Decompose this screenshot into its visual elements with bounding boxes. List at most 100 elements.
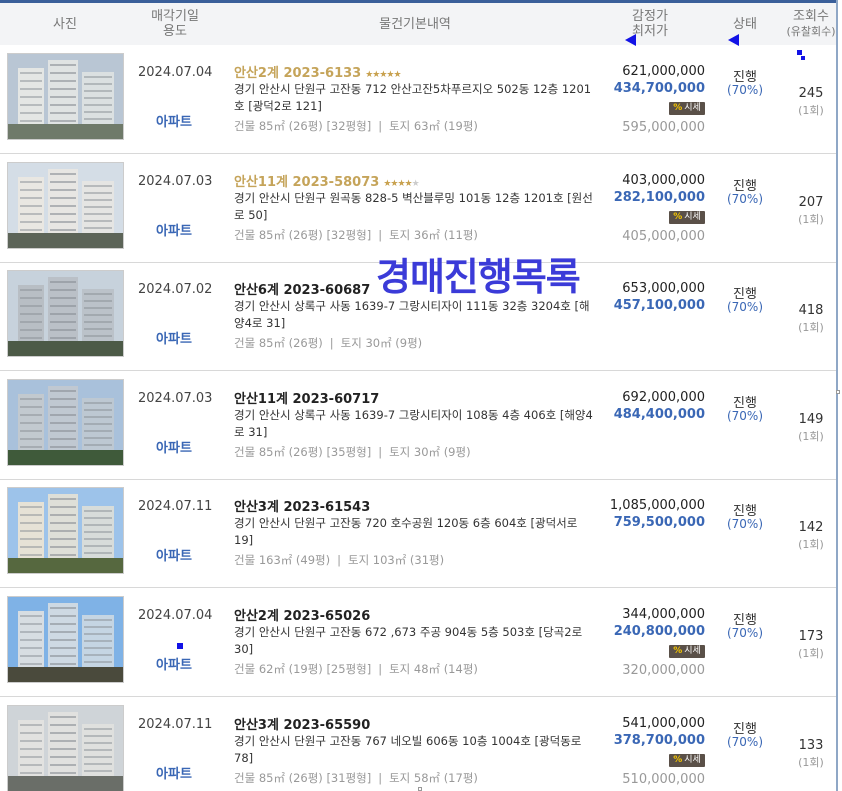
property-photo[interactable]	[7, 487, 124, 575]
area-info: 건물 85㎡ (26평) | 토지 30㎡ (9평)	[234, 335, 422, 351]
min-price-ratio: (70%)	[726, 83, 764, 97]
view-count: 418	[798, 303, 824, 319]
overlay-title: 경매진행목록	[376, 255, 581, 299]
case-number-text[interactable]: 안산11계 2023-60717	[234, 392, 379, 407]
case-number[interactable]: 안산3계 2023-61543	[234, 496, 370, 515]
area-info: 건물 85㎡ (26평) [32평형] | 토지 63㎡ (19평)	[234, 118, 478, 134]
minimum-price: 240,800,000	[613, 624, 705, 639]
table-row[interactable]: 2024.07.04 아파트 안산2계 2023-65026 경기 안산시 단원…	[0, 588, 836, 697]
land-area: 토지 48㎡ (14평)	[389, 662, 478, 676]
table-row[interactable]: 2024.07.11 아파트 안산3계 2023-65590 경기 안산시 단원…	[0, 697, 836, 791]
case-number-text[interactable]: 안산6계 2023-60687	[234, 283, 370, 298]
table-row[interactable]: 2024.07.11 아파트 안산3계 2023-61543 경기 안산시 단원…	[0, 479, 836, 589]
property-photo[interactable]	[7, 270, 124, 358]
case-number[interactable]: 안산6계 2023-60687	[234, 279, 370, 298]
view-count: 245	[798, 86, 824, 101]
case-number[interactable]: 안산3계 2023-65590	[234, 714, 370, 733]
sale-date: 2024.07.11	[138, 499, 213, 515]
view-count: 133	[798, 737, 824, 753]
land-area: 토지 103㎡ (31평)	[347, 553, 445, 568]
fail-count: (1회)	[798, 321, 824, 335]
divider: |	[378, 770, 383, 785]
address: 경기 안산시 단원구 고잔동 672 ,673 주공 904동 5층 503호 …	[234, 625, 583, 656]
usage-type: 아파트	[156, 658, 192, 673]
appraisal-price: 541,000,000	[622, 715, 705, 731]
fail-count: (1회)	[798, 212, 824, 226]
address: 경기 안산시 단원구 원곡동 828-5 벽산블루밍 101동 12층 1201…	[234, 190, 593, 222]
min-price-ratio: (70%)	[726, 300, 764, 315]
header-date-usage[interactable]: 매각기일 용도	[130, 3, 220, 45]
usage-type: 아파트	[156, 332, 192, 348]
building-area: 건물 62㎡ (19평) [25평형]	[234, 662, 372, 676]
address: 경기 안산시 단원구 고잔동 720 호수공원 120동 6층 604호 [광덕…	[234, 516, 578, 548]
market-badge-icon: %	[673, 103, 683, 113]
fail-count: (1회)	[798, 538, 824, 552]
case-number[interactable]: 안산11계 2023-60717	[234, 388, 379, 407]
usage-type: 아파트	[156, 223, 192, 239]
min-price-ratio: (70%)	[726, 517, 764, 532]
usage-type: 아파트	[156, 440, 192, 456]
case-number-text[interactable]: 안산3계 2023-61543	[234, 500, 370, 515]
area-info: 건물 85㎡ (26평) [32평형] | 토지 36㎡ (11평)	[234, 227, 478, 243]
building-area: 건물 85㎡ (26평) [35평형]	[234, 444, 372, 459]
appraisal-price: 344,000,000	[622, 607, 705, 622]
sale-date: 2024.07.11	[138, 716, 213, 732]
fail-count: (1회)	[798, 647, 824, 660]
rating-stars: ★★★★★	[365, 70, 401, 80]
minimum-price: 484,400,000	[613, 406, 705, 422]
header-views[interactable]: 조회수 (유찰회수)	[781, 3, 841, 45]
sale-date: 2024.07.03	[138, 173, 213, 189]
min-price-ratio: (70%)	[726, 734, 764, 749]
appraisal-price: 1,085,000,000	[609, 498, 705, 514]
resize-handle[interactable]	[418, 787, 422, 791]
building-area: 건물 85㎡ (26평) [32평형]	[234, 119, 372, 133]
usage-type: 아파트	[156, 766, 192, 782]
market-price-badge[interactable]: % 시세	[669, 645, 705, 658]
case-number-text[interactable]: 안산2계 2023-65026	[234, 609, 370, 624]
case-number-text[interactable]: 안산11계 2023-58073	[234, 175, 379, 190]
market-price-badge[interactable]: % 시세	[669, 102, 705, 115]
property-photo[interactable]	[7, 161, 124, 249]
case-number-text[interactable]: 안산2계 2023-6133	[234, 66, 361, 81]
property-photo[interactable]	[7, 596, 124, 683]
minimum-price: 434,700,000	[613, 81, 705, 96]
property-photo[interactable]	[7, 53, 124, 140]
property-photo[interactable]	[7, 378, 124, 466]
market-price-badge[interactable]: % 시세	[669, 753, 705, 767]
market-badge-icon: %	[673, 754, 683, 765]
market-badge-icon: %	[673, 646, 683, 656]
usage-type: 아파트	[156, 549, 192, 565]
view-count: 207	[798, 194, 824, 210]
minimum-price: 282,100,000	[613, 189, 705, 205]
case-number-text[interactable]: 안산3계 2023-65590	[234, 718, 370, 733]
sale-date: 2024.07.03	[138, 390, 213, 406]
header-price[interactable]: 감정가 최저가	[610, 3, 690, 45]
header-info: 물건기본내역	[379, 16, 451, 32]
resize-handle[interactable]	[836, 390, 840, 394]
area-info: 건물 85㎡ (26평) [31평형] | 토지 58㎡ (17평)	[234, 770, 478, 786]
area-info: 건물 85㎡ (26평) [35평형] | 토지 30㎡ (9평)	[234, 444, 471, 460]
fail-count: (1회)	[798, 755, 824, 769]
market-price: 595,000,000	[622, 120, 705, 135]
address: 경기 안산시 상록구 사동 1639-7 그랑시티자이 111동 32층 320…	[234, 299, 590, 331]
header-photo: 사진	[53, 16, 77, 32]
table-row[interactable]: 2024.07.04 아파트 안산2계 2023-6133 ★★★★★ 경기 안산…	[0, 45, 836, 154]
table-row[interactable]: 2024.07.03 아파트 안산11계 2023-60717 경기 안산시 상…	[0, 371, 836, 480]
case-number[interactable]: 안산2계 2023-65026	[234, 605, 370, 624]
case-number[interactable]: 안산11계 2023-58073 ★★★★★	[234, 171, 420, 190]
divider: |	[337, 553, 341, 568]
land-area: 토지 30㎡ (9평)	[340, 336, 423, 351]
property-photo[interactable]	[7, 704, 124, 791]
view-count: 142	[798, 520, 824, 536]
address: 경기 안산시 단원구 고잔동 767 네오빌 606동 10층 1004호 [광…	[234, 733, 582, 765]
rating-stars: ★★★★★	[383, 178, 419, 189]
case-number[interactable]: 안산2계 2023-6133 ★★★★★	[234, 62, 402, 81]
market-price: 320,000,000	[622, 663, 705, 678]
divider: |	[378, 662, 383, 676]
marker-dot	[177, 643, 183, 649]
market-price-badge[interactable]: % 시세	[669, 210, 705, 224]
area-info: 건물 62㎡ (19평) [25평형] | 토지 48㎡ (14평)	[234, 661, 478, 677]
address: 경기 안산시 상록구 사동 1639-7 그랑시티자이 108동 4층 406호…	[234, 407, 593, 439]
min-price-ratio: (70%)	[726, 626, 764, 640]
divider: |	[329, 336, 334, 351]
